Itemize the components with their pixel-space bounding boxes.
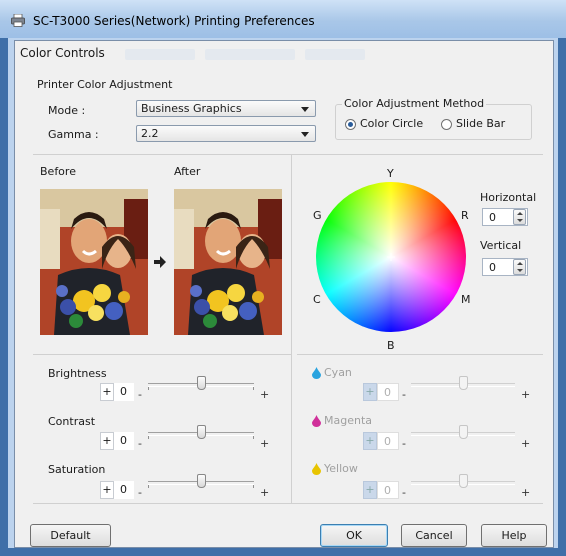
gamma-select[interactable]: 2.2 [136, 125, 316, 142]
color-circle-cursor[interactable]: + [386, 251, 396, 263]
contrast-label: Contrast [48, 415, 96, 428]
vertical-spin-buttons[interactable] [513, 259, 526, 275]
droplet-icon [312, 367, 321, 379]
cancel-button[interactable]: Cancel [401, 524, 467, 547]
brightness-slider-thumb[interactable] [196, 376, 206, 390]
title-bar[interactable]: SC-T3000 Series(Network) Printing Prefer… [0, 0, 566, 38]
arrow-right-icon [154, 256, 166, 268]
slider-tick [253, 387, 254, 390]
magenta-minus: - [402, 437, 406, 450]
dialog: Color Controls Printer Color Adjustment … [14, 40, 554, 548]
after-label: After [174, 165, 201, 178]
vertical-label: Vertical [480, 239, 522, 252]
contrast-sign[interactable]: + [100, 432, 114, 450]
window: SC-T3000 Series(Network) Printing Prefer… [0, 0, 566, 556]
droplet-icon [312, 463, 321, 475]
divider [33, 503, 543, 504]
saturation-slider-thumb[interactable] [196, 474, 206, 488]
color-circle-label-b: B [387, 339, 395, 352]
brightness-plus: + [260, 388, 270, 401]
slider-tick [253, 485, 254, 488]
before-preview-image [40, 189, 148, 335]
color-circle-label-m: M [461, 293, 471, 306]
yellow-slider-thumb [458, 474, 468, 488]
color-circle-label-r: R [461, 209, 469, 222]
tab-page[interactable] [125, 49, 195, 60]
color-circle-label-g: G [313, 209, 322, 222]
chevron-down-icon [301, 132, 309, 137]
yellow-value: 0 [377, 481, 399, 499]
horizontal-label: Horizontal [480, 191, 537, 204]
after-preview-image [174, 189, 282, 335]
slider-tick [148, 485, 149, 488]
brightness-value[interactable]: 0 [114, 383, 134, 401]
gamma-value: 2.2 [141, 127, 159, 140]
contrast-value[interactable]: 0 [114, 432, 134, 450]
color-adjustment-method-heading: Color Adjustment Method [342, 97, 487, 110]
magenta-sign: + [363, 432, 377, 450]
mode-select[interactable]: Business Graphics [136, 100, 316, 117]
horizontal-spin-buttons[interactable] [513, 209, 526, 225]
color-circle-label[interactable]: Color Circle [360, 117, 423, 130]
slider-tick [148, 387, 149, 390]
brightness-label: Brightness [48, 367, 107, 380]
divider [297, 354, 543, 355]
yellow-minus: - [402, 486, 406, 499]
tab-layout[interactable] [205, 49, 295, 60]
saturation-value[interactable]: 0 [114, 481, 134, 499]
mode-value: Business Graphics [141, 102, 242, 115]
vertical-spinbox[interactable]: 0 [482, 258, 528, 276]
color-circle-radio[interactable] [345, 119, 356, 130]
cyan-sign: + [363, 383, 377, 401]
printer-icon [11, 14, 25, 27]
brightness-sign[interactable]: + [100, 383, 114, 401]
color-circle-label-y: Y [387, 167, 394, 180]
magenta-slider-thumb [458, 425, 468, 439]
yellow-label: Yellow [324, 462, 358, 475]
contrast-plus: + [260, 437, 270, 450]
horizontal-value: 0 [489, 211, 496, 224]
window-title: SC-T3000 Series(Network) Printing Prefer… [33, 14, 315, 28]
saturation-label: Saturation [48, 463, 106, 476]
magenta-value: 0 [377, 432, 399, 450]
magenta-label: Magenta [324, 414, 373, 427]
brightness-minus: - [138, 388, 142, 401]
yellow-sign: + [363, 481, 377, 499]
divider [33, 154, 543, 155]
saturation-minus: - [138, 486, 142, 499]
default-button[interactable]: Default [30, 524, 111, 547]
magenta-plus: + [521, 437, 531, 450]
gamma-label: Gamma : [48, 128, 99, 141]
divider [291, 154, 292, 503]
droplet-icon [312, 415, 321, 427]
tab-advanced[interactable] [305, 49, 365, 60]
color-circle-label-c: C [313, 293, 321, 306]
cyan-plus: + [521, 388, 531, 401]
printer-color-adjustment-heading: Printer Color Adjustment [37, 78, 173, 91]
contrast-minus: - [138, 437, 142, 450]
divider [33, 354, 291, 355]
before-label: Before [40, 165, 76, 178]
vertical-value: 0 [489, 261, 496, 274]
slide-bar-label[interactable]: Slide Bar [456, 117, 505, 130]
cyan-label: Cyan [324, 366, 352, 379]
dialog-title: Color Controls [20, 46, 105, 60]
horizontal-spinbox[interactable]: 0 [482, 208, 528, 226]
contrast-slider-thumb[interactable] [196, 425, 206, 439]
cyan-minus: - [402, 388, 406, 401]
slider-tick [148, 436, 149, 439]
ok-button[interactable]: OK [320, 524, 388, 547]
mode-label: Mode : [48, 104, 86, 117]
cyan-slider-thumb [458, 376, 468, 390]
help-button[interactable]: Help [481, 524, 547, 547]
slide-bar-radio[interactable] [441, 119, 452, 130]
yellow-plus: + [521, 486, 531, 499]
chevron-down-icon [301, 107, 309, 112]
saturation-plus: + [260, 486, 270, 499]
saturation-sign[interactable]: + [100, 481, 114, 499]
cyan-value: 0 [377, 383, 399, 401]
slider-tick [253, 436, 254, 439]
